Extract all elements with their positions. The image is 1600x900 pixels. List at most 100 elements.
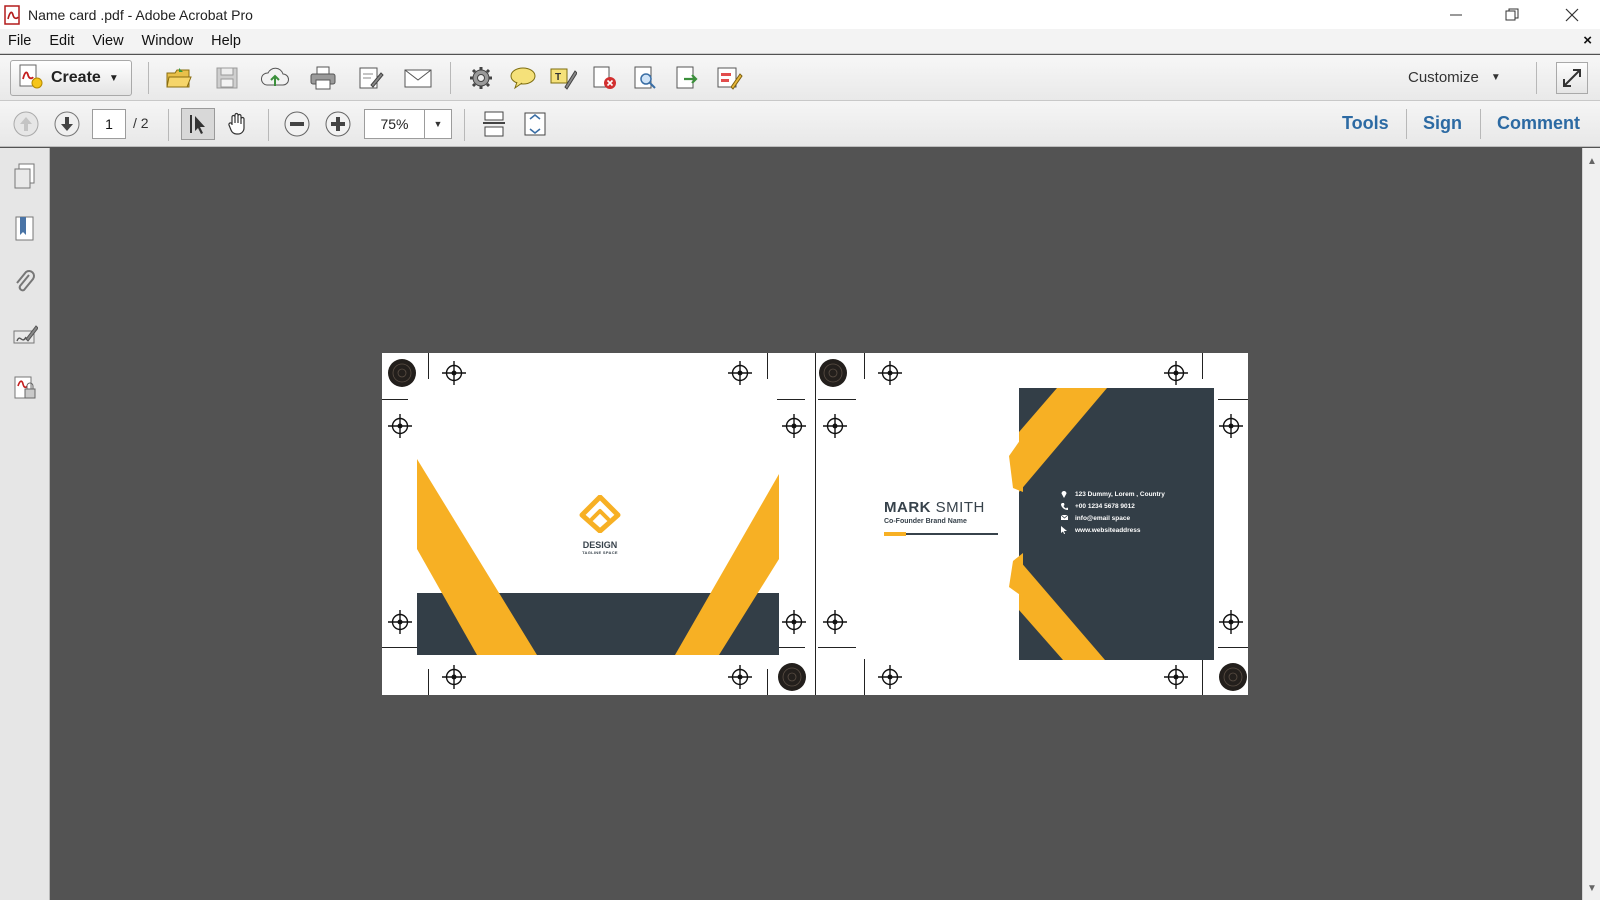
registration-dot-icon: [819, 359, 847, 387]
contact-list: 123 Dummy, Lorem , Country +00 1234 5678…: [1060, 488, 1165, 536]
contact-row: www.websiteaddress: [1060, 524, 1165, 536]
chevron-down-icon[interactable]: ▼: [425, 110, 451, 138]
zoom-in-icon[interactable]: [323, 109, 353, 139]
expand-icon: [1563, 69, 1581, 87]
registration-dot-icon: [1219, 663, 1247, 691]
menu-view[interactable]: View: [83, 33, 132, 49]
next-page-icon[interactable]: [52, 109, 82, 139]
toolbar-divider: [168, 109, 169, 141]
crop-line: [767, 353, 768, 379]
bookmarks-icon[interactable]: [9, 213, 41, 245]
crop-line: [1202, 659, 1203, 695]
hand-tool-icon[interactable]: [223, 109, 253, 139]
export-icon[interactable]: [673, 63, 703, 93]
crop-line: [1218, 647, 1248, 648]
open-folder-icon[interactable]: [164, 63, 194, 93]
registration-dot-icon: [388, 359, 416, 387]
create-label: Create: [51, 69, 101, 86]
previous-page-icon[interactable]: [11, 109, 41, 139]
close-document-button[interactable]: ×: [1583, 32, 1592, 49]
restore-button[interactable]: [1484, 0, 1540, 29]
contact-row: +00 1234 5678 9012: [1060, 500, 1165, 512]
customize-label: Customize: [1408, 69, 1479, 86]
form-edit-icon[interactable]: [714, 63, 744, 93]
window-title: Name card .pdf - Adobe Acrobat Pro: [28, 6, 253, 23]
signatures-icon[interactable]: [9, 319, 41, 351]
title-bar: Name card .pdf - Adobe Acrobat Pro: [0, 0, 1600, 29]
crosshair-mark-icon: [878, 665, 902, 689]
toolbar-divider: [268, 109, 269, 141]
menu-help[interactable]: Help: [202, 33, 250, 49]
crop-line: [1202, 353, 1203, 379]
select-tool-icon[interactable]: [181, 108, 215, 140]
main-toolbar: Create ▼ T Customize ▼: [0, 55, 1600, 101]
crop-line: [864, 353, 865, 379]
crop-line: [767, 669, 768, 695]
crop-line: [815, 353, 816, 695]
sign-pane-button[interactable]: Sign: [1423, 113, 1462, 134]
tools-pane-button[interactable]: Tools: [1342, 113, 1389, 134]
scroll-up-icon[interactable]: ▲: [1587, 156, 1597, 167]
delete-page-icon[interactable]: [590, 63, 620, 93]
crosshair-mark-icon: [823, 610, 847, 634]
pdf-page: DESIGN TAGLINE SPACE MARK SMITH Co-Found…: [382, 353, 1248, 695]
crop-line: [1218, 399, 1248, 400]
vertical-scrollbar[interactable]: ▲ ▼: [1582, 148, 1600, 900]
card-first-name: MARK: [884, 499, 931, 516]
acrobat-pdf-icon: [4, 4, 22, 25]
crosshair-mark-icon: [388, 610, 412, 634]
scroll-down-icon[interactable]: ▼: [1587, 883, 1597, 894]
toolbar-divider: [464, 109, 465, 141]
card-role: Co-Founder Brand Name: [884, 518, 967, 525]
attachments-icon[interactable]: [9, 266, 41, 298]
edit-document-icon[interactable]: [356, 63, 386, 93]
comment-bubble-icon[interactable]: [508, 63, 538, 93]
crop-line: [818, 399, 856, 400]
fit-page-icon[interactable]: [520, 109, 550, 139]
security-icon[interactable]: [9, 372, 41, 404]
crosshair-mark-icon: [782, 610, 806, 634]
crop-line: [864, 659, 865, 695]
comment-pane-button[interactable]: Comment: [1497, 113, 1580, 134]
zoom-out-icon[interactable]: [282, 109, 312, 139]
create-button[interactable]: Create ▼: [10, 60, 132, 96]
save-icon[interactable]: [212, 63, 242, 93]
crop-line: [777, 647, 805, 648]
toolbar-divider: [148, 62, 149, 94]
scrolling-mode-icon[interactable]: [479, 109, 509, 139]
contact-row: info@email space: [1060, 512, 1165, 524]
crop-line: [428, 353, 429, 379]
customize-dropdown[interactable]: Customize ▼: [1408, 69, 1501, 86]
crop-line: [818, 647, 856, 648]
close-window-button[interactable]: [1544, 0, 1600, 29]
minimize-button[interactable]: [1428, 0, 1484, 29]
print-icon[interactable]: [308, 63, 338, 93]
menu-edit[interactable]: Edit: [40, 33, 83, 49]
menu-window[interactable]: Window: [133, 33, 203, 49]
crop-line: [777, 399, 805, 400]
cloud-upload-icon[interactable]: [260, 63, 290, 93]
email-icon[interactable]: [403, 63, 433, 93]
crosshair-mark-icon: [728, 665, 752, 689]
settings-gear-icon[interactable]: [466, 63, 496, 93]
crop-line: [382, 399, 408, 400]
menu-file[interactable]: File: [0, 33, 40, 49]
crosshair-mark-icon: [442, 665, 466, 689]
location-icon: [1060, 490, 1068, 498]
highlight-text-icon[interactable]: T: [548, 63, 578, 93]
page-number-input[interactable]: 1: [92, 109, 126, 139]
page-search-icon[interactable]: [631, 63, 661, 93]
diamond-logo-icon: [579, 494, 621, 534]
crosshair-mark-icon: [388, 414, 412, 438]
chevron-down-icon: ▼: [108, 72, 119, 84]
page-total: / 2: [133, 115, 149, 131]
crosshair-mark-icon: [728, 361, 752, 385]
toolbar-divider: [1406, 109, 1407, 139]
zoom-value: 75%: [365, 110, 425, 138]
fullscreen-button[interactable]: [1556, 62, 1588, 94]
toolbar-divider: [450, 62, 451, 94]
zoom-level-select[interactable]: 75% ▼: [364, 109, 452, 139]
page-thumbnails-icon[interactable]: [9, 160, 41, 192]
mail-icon: [1060, 514, 1068, 522]
contact-website: www.websiteaddress: [1075, 526, 1141, 534]
